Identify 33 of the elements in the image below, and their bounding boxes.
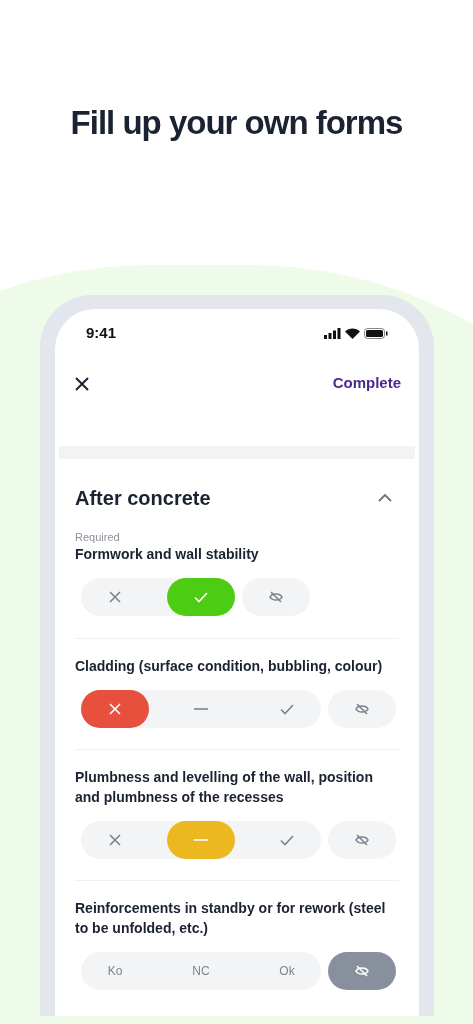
headline: Fill up your own forms (69, 103, 404, 143)
not-applicable-button[interactable] (328, 820, 396, 859)
hidden-icon (354, 700, 370, 717)
question-text: Reinforcements in standby or for rework (steel to be unfolded, etc.) (75, 898, 387, 938)
question-text: Formwork and wall stability (75, 544, 260, 564)
hidden-icon (354, 831, 370, 848)
not-applicable-button[interactable] (328, 689, 396, 728)
hidden-icon (268, 588, 284, 605)
required-label: Required (75, 530, 121, 544)
battery-icon (364, 328, 388, 339)
option-button[interactable] (167, 820, 235, 859)
option-button[interactable]: NC (167, 951, 235, 990)
complete-button[interactable]: Complete (332, 372, 401, 395)
question-text: Plumbness and levelling of the wall, position and plumbness of the recesses (75, 767, 374, 807)
option-button[interactable] (81, 689, 149, 728)
signal-icon (324, 328, 341, 339)
wifi-icon (345, 328, 360, 339)
cross-icon (107, 831, 123, 848)
chevron-up-icon[interactable] (377, 492, 393, 503)
minus-icon (193, 707, 209, 710)
cross-icon (107, 588, 123, 605)
option-button[interactable] (167, 577, 235, 616)
option-button[interactable]: Ko (81, 951, 149, 990)
question-text: Cladding (surface condition, bubbling, colour) (75, 656, 384, 676)
hidden-icon (354, 962, 370, 979)
not-applicable-button[interactable] (242, 577, 310, 616)
section-title: After concrete (75, 485, 211, 511)
close-button[interactable] (74, 374, 92, 393)
not-applicable-button[interactable] (328, 951, 396, 990)
cross-icon (107, 700, 123, 717)
option-button[interactable]: Ok (253, 951, 321, 990)
status-time: 9:41 (86, 323, 117, 344)
minus-icon (193, 838, 209, 841)
